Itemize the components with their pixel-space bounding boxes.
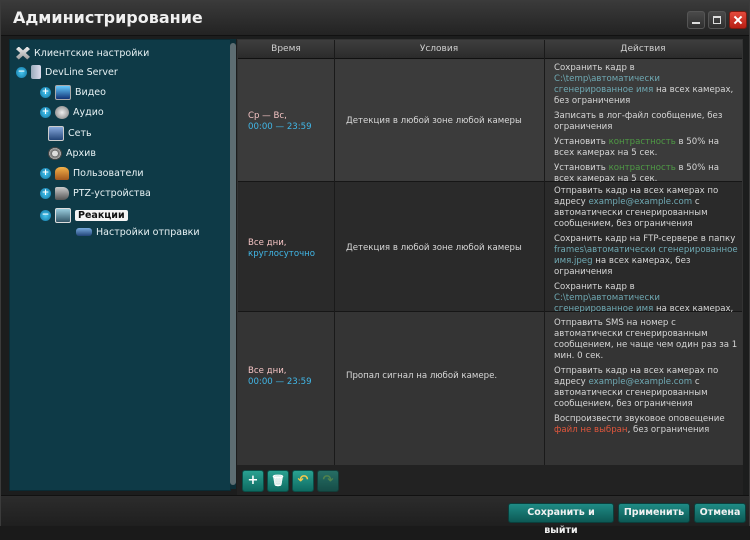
settings-tree: Клиентские настройки − DevLine Server + … xyxy=(9,39,231,491)
apply-button[interactable]: Применить xyxy=(618,503,690,523)
actions-cell: Сохранить кадр в C:\temp\автоматически с… xyxy=(554,63,738,189)
cancel-button[interactable]: Отмена xyxy=(694,503,746,523)
expand-icon[interactable]: + xyxy=(40,187,51,199)
tree-item-reactions[interactable]: − Реакции xyxy=(40,205,128,225)
table-row[interactable]: Все дни, 00:00 — 23:59 Пропал сигнал на … xyxy=(238,312,742,466)
send-settings-icon xyxy=(76,228,92,236)
tree-item-label: PTZ-устройства xyxy=(73,187,151,199)
time-cell: Все дни, круглосуточно xyxy=(248,238,315,260)
add-icon[interactable]: + xyxy=(242,470,264,492)
expand-icon[interactable]: + xyxy=(40,86,51,98)
table-toolbar: + 🗑 ↶ ↷ xyxy=(237,465,743,495)
action-item: Сохранить кадр в C:\temp\автоматически с… xyxy=(554,63,734,106)
tree-item-label: Аудио xyxy=(73,106,104,118)
time-label: Ср — Вс, xyxy=(248,111,287,121)
tree-scrollbar[interactable] xyxy=(230,39,236,489)
reactions-table: Время Условия Действия Ср — Вс, 00:00 — … xyxy=(237,39,743,467)
condition-cell: Детекция в любой зоне любой камеры xyxy=(346,243,522,253)
table-header: Время Условия Действия xyxy=(238,40,742,59)
condition-cell: Детекция в любой зоне любой камеры xyxy=(346,116,522,126)
users-icon xyxy=(55,166,69,180)
tree-item-client-settings[interactable]: Клиентские настройки xyxy=(16,44,149,62)
column-header-conditions[interactable]: Условия xyxy=(334,44,544,54)
action-item: Записать в лог-файл сообщение, без огран… xyxy=(554,111,723,132)
action-item: Установить контрастность в 50% на всех к… xyxy=(554,137,720,158)
tree-item-label: Настройки отправки xyxy=(96,226,200,238)
tree-item-ptz[interactable]: + PTZ-устройства xyxy=(40,184,151,202)
time-range: 00:00 — 23:59 xyxy=(248,377,312,387)
speaker-icon xyxy=(55,105,69,119)
maximize-button[interactable] xyxy=(708,11,726,29)
tree-item-label-selected: Реакции xyxy=(75,209,128,221)
time-label: Все дни, xyxy=(248,238,287,248)
title-bar[interactable]: Администрирование xyxy=(1,1,749,36)
tree-item-users[interactable]: + Пользователи xyxy=(40,164,144,182)
network-icon xyxy=(48,125,64,141)
expand-icon[interactable]: + xyxy=(40,106,51,118)
undo-icon[interactable]: ↶ xyxy=(292,470,314,492)
column-header-actions[interactable]: Действия xyxy=(544,44,742,54)
actions-cell: Отправить кадр на всех камерах по адресу… xyxy=(554,186,738,330)
action-item: Отправить кадр на всех камерах по адресу… xyxy=(554,186,719,229)
action-item: Отправить кадр на всех камерах по адресу… xyxy=(554,366,719,409)
action-item: Воспроизвести звуковое оповещение файл н… xyxy=(554,414,725,435)
column-header-time[interactable]: Время xyxy=(238,44,334,54)
expand-icon[interactable]: + xyxy=(40,167,51,179)
tree-item-label: Пользователи xyxy=(73,167,144,179)
collapse-icon[interactable]: − xyxy=(40,209,51,221)
admin-window: Администрирование Клиентские настройки −… xyxy=(0,0,750,536)
minimize-button[interactable] xyxy=(687,11,705,29)
action-item: Отправить SMS на номер с автоматически с… xyxy=(554,318,738,361)
actions-cell: Отправить SMS на номер с автоматически с… xyxy=(554,318,738,440)
tree-item-label: Клиентские настройки xyxy=(34,47,150,59)
archive-disk-icon xyxy=(48,146,62,160)
tree-item-label: Сеть xyxy=(68,127,92,139)
reactions-icon xyxy=(55,207,71,223)
tools-icon xyxy=(16,46,30,60)
delete-icon[interactable]: 🗑 xyxy=(267,470,289,492)
tree-item-server[interactable]: − DevLine Server xyxy=(16,63,118,81)
time-label: Все дни, xyxy=(248,366,287,376)
collapse-icon[interactable]: − xyxy=(16,66,27,78)
ptz-camera-icon xyxy=(55,186,69,200)
tree-item-audio[interactable]: + Аудио xyxy=(40,103,104,121)
dialog-footer: Сохранить и выйти Применить Отмена xyxy=(1,495,749,536)
table-row[interactable]: Ср — Вс, 00:00 — 23:59 Детекция в любой … xyxy=(238,59,742,184)
time-range: 00:00 — 23:59 xyxy=(248,122,312,132)
action-item: Сохранить кадр на FTP-сервере в папку fr… xyxy=(554,234,738,277)
tree-item-archive[interactable]: Архив xyxy=(48,144,96,162)
time-range: круглосуточно xyxy=(248,249,316,259)
tree-item-video[interactable]: + Видео xyxy=(40,83,106,101)
column-divider xyxy=(544,40,545,466)
window-title: Администрирование xyxy=(13,8,203,27)
tree-item-label: DevLine Server xyxy=(45,66,118,78)
time-cell: Все дни, 00:00 — 23:59 xyxy=(248,366,312,388)
condition-cell: Пропал сигнал на любой камере. xyxy=(346,371,498,381)
column-divider xyxy=(334,40,335,466)
time-cell: Ср — Вс, 00:00 — 23:59 xyxy=(248,111,312,133)
tree-item-label: Видео xyxy=(75,86,106,98)
save-and-exit-button[interactable]: Сохранить и выйти xyxy=(508,503,614,536)
monitor-icon xyxy=(55,84,71,100)
redo-icon[interactable]: ↷ xyxy=(317,470,339,492)
tree-item-send-settings[interactable]: Настройки отправки xyxy=(76,223,200,241)
server-icon xyxy=(31,65,41,79)
table-row[interactable]: Все дни, круглосуточно Детекция в любой … xyxy=(238,182,742,325)
tree-item-label: Архив xyxy=(66,147,96,159)
close-button[interactable] xyxy=(729,11,747,29)
tree-item-network[interactable]: Сеть xyxy=(48,124,92,142)
